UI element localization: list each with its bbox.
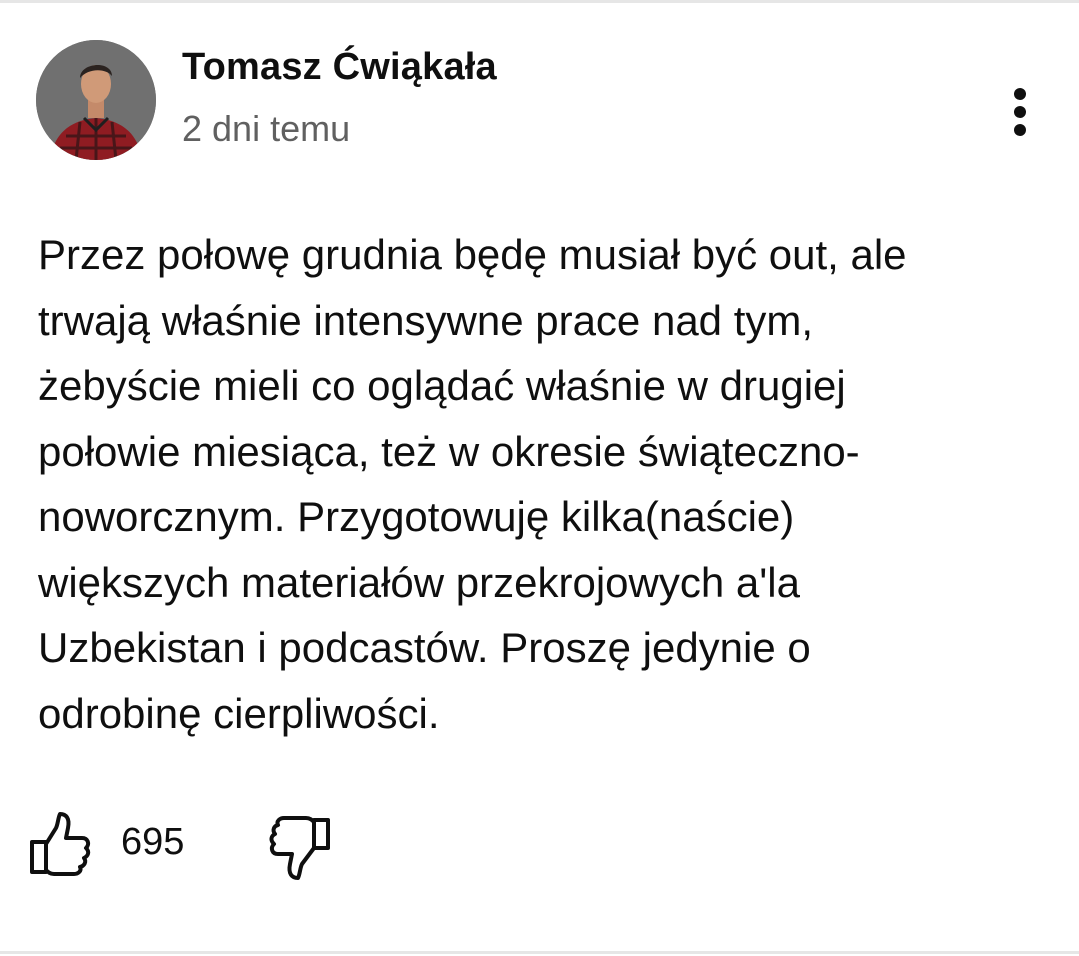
post-text-line: noworcznym. Przygotowuję kilka(naście) [38, 493, 795, 540]
post-text-line: żebyście mieli co oglądać właśnie w drug… [38, 362, 846, 409]
post-text-line: odrobinę cierpliwości. [38, 689, 440, 737]
author-avatar[interactable] [36, 40, 156, 160]
post-text-line: Uzbekistan i podcastów. Proszę jedynie o [38, 624, 811, 671]
bottom-divider [0, 951, 1079, 954]
post-body: Przez połowę grudnia będę musiał być out… [38, 222, 1048, 746]
top-divider [0, 0, 1079, 3]
post-timestamp: 2 dni temu [182, 108, 351, 149]
avatar-photo-icon [36, 40, 156, 160]
more-options-button[interactable] [996, 84, 1044, 144]
post-text-line: połowie miesiąca, też w okresie świątecz… [38, 427, 860, 475]
post-text-line: Przez połowę grudnia będę musiał być out… [38, 231, 907, 278]
thumbs-up-icon [30, 812, 91, 876]
thumbs-down-icon [269, 816, 330, 880]
like-button[interactable] [24, 808, 96, 880]
post-text-line: trwają właśnie intensywne prace nad tym, [38, 296, 814, 344]
like-count: 695 [121, 821, 185, 863]
post-text-line: większych materiałów przekrojowych a'la [38, 558, 800, 606]
author-name[interactable]: Tomasz Ćwiąkała [182, 46, 497, 89]
more-vertical-icon [1014, 88, 1026, 136]
dislike-button[interactable] [264, 808, 336, 880]
